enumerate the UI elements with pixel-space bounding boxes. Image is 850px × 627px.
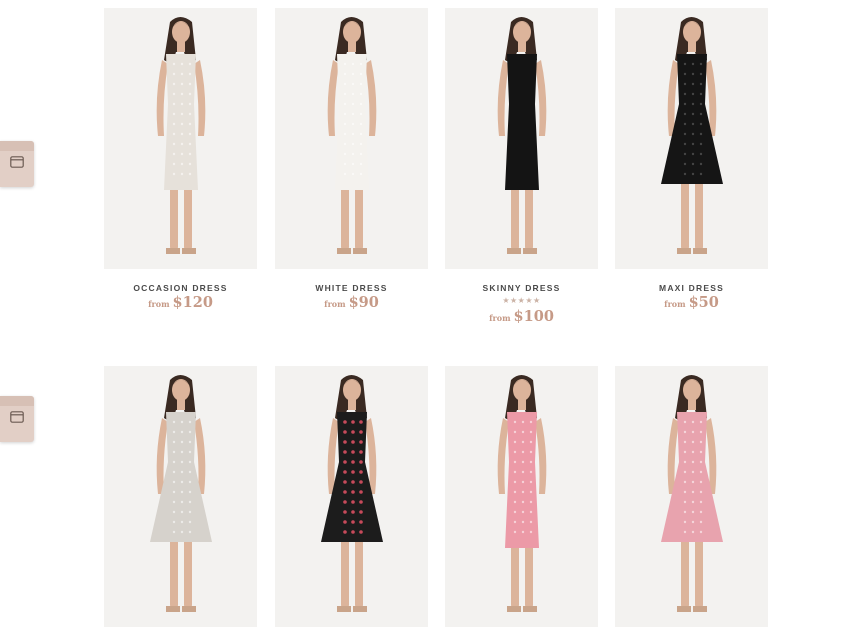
- price-from-label: from: [324, 299, 346, 309]
- product-image[interactable]: [104, 8, 257, 269]
- product-card[interactable]: MAXI DRESS from $50: [615, 8, 768, 312]
- model-figure: [156, 17, 206, 254]
- product-card[interactable]: OCCASION DRESS from $120: [104, 8, 257, 312]
- product-image[interactable]: [275, 366, 428, 627]
- product-price-line: from $50: [615, 294, 768, 312]
- model-figure: [661, 375, 723, 612]
- rating-stars: ★★★★★: [502, 296, 541, 305]
- product-card[interactable]: SKINNY DRESS ★★★★★ from $100: [445, 8, 598, 326]
- dress-shape: [505, 54, 539, 190]
- side-tab-2[interactable]: [0, 396, 34, 442]
- model-figure: [150, 375, 212, 612]
- model-figure: [497, 375, 547, 612]
- browser-window-icon: [10, 410, 24, 428]
- product-name[interactable]: WHITE DRESS: [275, 283, 428, 293]
- product-price-line: from $120: [104, 294, 257, 312]
- product-image[interactable]: [275, 8, 428, 269]
- product-price: $90: [348, 294, 379, 311]
- model-figure: [321, 375, 383, 612]
- product-card[interactable]: WHITE DRESS from $90: [275, 8, 428, 312]
- price-from-label: from: [148, 299, 170, 309]
- product-price: $100: [513, 308, 554, 325]
- price-from-label: from: [664, 299, 686, 309]
- product-name[interactable]: MAXI DRESS: [615, 283, 768, 293]
- product-image[interactable]: [445, 8, 598, 269]
- product-card[interactable]: [275, 366, 428, 627]
- side-tab-1[interactable]: [0, 141, 34, 187]
- product-image[interactable]: [615, 366, 768, 627]
- model-figure: [327, 17, 377, 254]
- product-card[interactable]: [104, 366, 257, 627]
- model-figure: [661, 17, 723, 254]
- product-card[interactable]: [445, 366, 598, 627]
- product-card[interactable]: [615, 366, 768, 627]
- product-image[interactable]: [445, 366, 598, 627]
- model-figure: [497, 17, 547, 254]
- product-price-line: from $90: [275, 294, 428, 312]
- product-price: $120: [172, 294, 213, 311]
- product-price: $50: [688, 294, 719, 311]
- product-image[interactable]: [615, 8, 768, 269]
- browser-window-icon: [10, 155, 24, 173]
- product-name[interactable]: SKINNY DRESS: [445, 283, 598, 293]
- product-image[interactable]: [104, 366, 257, 627]
- price-from-label: from: [489, 313, 511, 323]
- product-name[interactable]: OCCASION DRESS: [104, 283, 257, 293]
- product-price-line: from $100: [445, 308, 598, 326]
